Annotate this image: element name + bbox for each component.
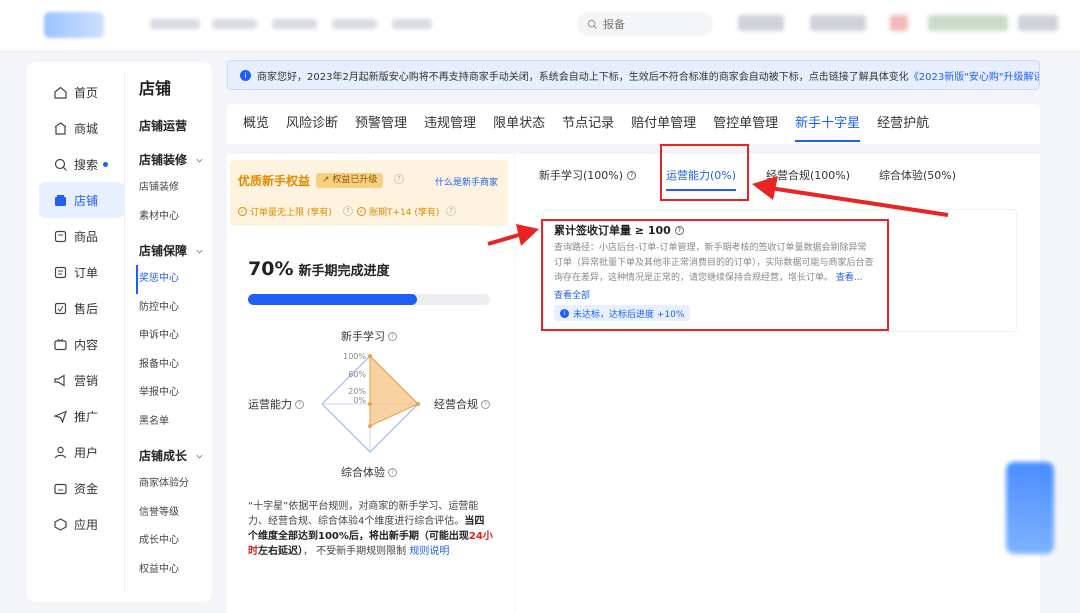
floating-assistant[interactable] bbox=[1006, 462, 1054, 554]
arrow-head-left bbox=[516, 224, 539, 246]
arrow-head-right bbox=[752, 176, 778, 200]
arrow-line-left bbox=[487, 232, 523, 246]
annotation-arrows bbox=[487, 176, 949, 246]
arrow-line-right bbox=[769, 186, 949, 217]
